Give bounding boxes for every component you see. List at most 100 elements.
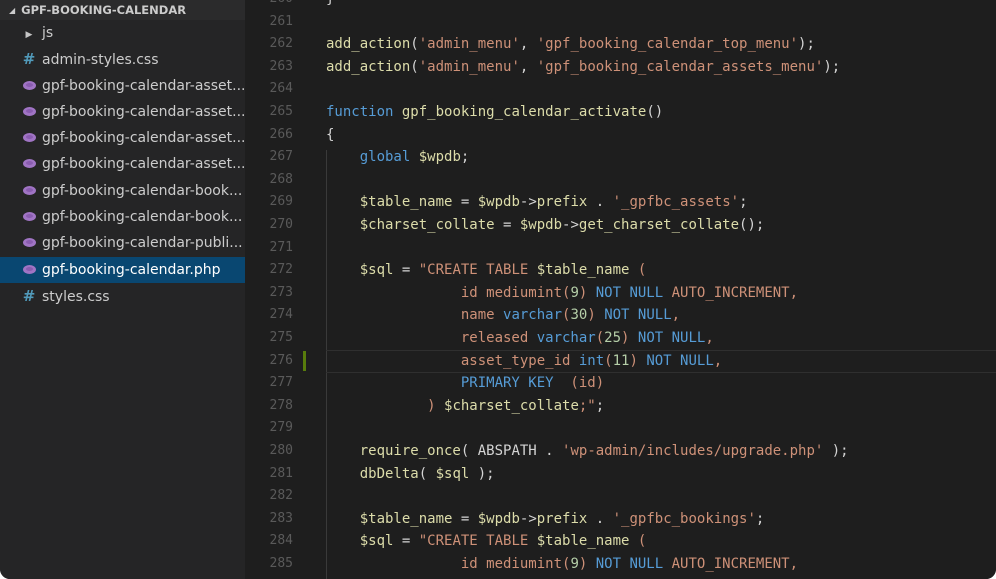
line-number: 279 [269,420,293,436]
file-tree-item[interactable]: gpf-booking-calendar-publi... [0,230,245,256]
file-tree-item[interactable]: gpf-booking-calendar-book... [0,204,245,230]
code-token: = [393,533,419,550]
php-file-icon [22,257,36,283]
code-line[interactable]: { [326,124,996,147]
file-tree-item[interactable]: gpf-booking-calendar.php [0,256,245,283]
code-line[interactable]: $charset_collate = $wpdb->get_charset_co… [326,214,996,237]
code-token: ) [621,330,638,346]
code-token: global [359,149,411,166]
code-token: = [494,217,520,233]
code-token: NOT NULL [595,284,664,301]
code-token: PRIMARY KEY [460,375,554,392]
code-line[interactable]: $sql = "CREATE TABLE $table_name ( [326,259,996,282]
line-number: 268 [269,171,293,187]
code-token: ); [823,58,841,75]
code-token: , [671,307,681,324]
file-tree-item[interactable]: gpf-booking-calendar-asset... [0,99,245,125]
code-line[interactable]: dbDelta( $sql ); [326,463,996,486]
file-tree-item[interactable]: # admin-styles.css [0,46,245,72]
code-token: . [587,194,613,211]
code-line[interactable] [326,11,996,34]
line-number-gutter: 260 261 262 263 264 265 266 267 268 269 270 271 272 2… [245,0,306,579]
file-explorer: ◢ GPF-BOOKING-CALENDAR ▶ js # admin-styles.c… [0,0,245,579]
code-token: $table_name [359,194,453,211]
code-token: NOT NULL [637,330,706,346]
code-token: 'admin_menu' [418,36,520,53]
code-token: $table_name [536,533,630,550]
code-token: = [393,262,419,279]
code-token: ( [418,465,436,482]
file-tree-item-label: gpf-booking-calendar-book... [42,209,243,226]
code-token: ; [755,510,765,527]
php-file-icon [22,73,36,99]
line-number: 278 [269,397,293,413]
code-token: = [452,194,478,211]
code-line[interactable]: name varchar(30) NOT NULL, [326,304,996,327]
code-token: asset_type_id [460,352,579,369]
code-token: NOT NULL [604,307,672,324]
file-tree-item[interactable]: gpf-booking-calendar-asset... [0,151,245,177]
chevron-down-icon: ◢ [9,6,16,15]
code-line[interactable]: $sql = "CREATE TABLE $table_name ( [326,530,996,553]
line-number: 277 [269,375,293,391]
code-token: ( ABSPATH . [460,443,563,459]
code-token: , [713,352,723,369]
file-tree-item[interactable]: gpf-booking-calendar-asset... [0,125,245,151]
code-line[interactable]: released varchar(25) NOT NULL, [326,327,996,350]
code-token: ( [629,262,647,279]
file-tree-item[interactable]: ▶ js [0,20,245,46]
line-number: 269 [269,194,293,210]
code-line[interactable] [326,78,996,101]
code-token: ( [410,58,419,75]
file-tree-item-label: gpf-booking-calendar-asset... [42,77,245,94]
php-file-icon [22,125,36,151]
code-line[interactable]: ) $charset_collate;"; [326,395,996,418]
line-number: 281 [269,465,293,481]
code-token: $wpdb [477,194,520,211]
code-line[interactable] [326,237,996,260]
project-folder-header[interactable]: ◢ GPF-BOOKING-CALENDAR [0,0,245,20]
code-token: $charset_collate [444,397,579,414]
code-line[interactable]: add_action('admin_menu', 'gpf_booking_ca… [326,33,996,56]
code-token: ( [604,352,613,369]
code-editor[interactable]: 260 261 262 263 264 265 266 267 268 269 270 271 272 2… [245,0,996,579]
file-tree-item-label: styles.css [42,288,110,305]
code-line[interactable]: $table_name = $wpdb->prefix . '_gpfbc_as… [326,191,996,214]
code-token: '_gpfbc_assets' [612,194,740,211]
code-line[interactable]: global $wpdb; [326,146,996,169]
code-token: 'gpf_booking_calendar_assets_menu' [536,58,824,75]
code-token: get_charset_collate [578,217,740,233]
code-line[interactable]: require_once( ABSPATH . 'wp-admin/includ… [326,440,996,463]
line-number: 267 [269,149,293,165]
file-tree-item-label: gpf-booking-calendar-asset... [42,156,245,173]
code-line[interactable]: add_action('admin_menu', 'gpf_booking_ca… [326,56,996,79]
file-tree-item-label: gpf-booking-calendar-asset... [42,103,245,120]
line-number: 274 [269,307,293,323]
code-line[interactable] [326,417,996,440]
code-line[interactable] [326,485,996,508]
modified-line-marker [303,350,306,371]
code-token: add_action [326,36,411,53]
code-line[interactable]: } [326,0,996,11]
file-tree-item[interactable]: # styles.css [0,283,245,309]
file-tree-item[interactable]: gpf-booking-calendar-asset... [0,73,245,99]
code-line[interactable]: PRIMARY KEY (id) [326,372,996,395]
code-line[interactable]: function gpf_booking_calendar_activate() [326,101,996,124]
code-line[interactable]: id mediumint(9) NOT NULL AUTO_INCREMENT, [326,282,996,305]
code-token: prefix [536,194,588,211]
code-line[interactable]: $table_name = $wpdb->prefix . '_gpfbc_bo… [326,508,996,531]
code-token: . [587,510,613,527]
code-line[interactable]: id mediumint(9) NOT NULL AUTO_INCREMENT, [326,553,996,576]
line-number: 276 [269,352,293,368]
code-token: ) [587,307,605,324]
line-number: 264 [269,81,293,97]
editor-window: ◢ GPF-BOOKING-CALENDAR ▶ js # admin-styles.c… [0,0,996,579]
code-line[interactable]: asset_type_id int(11) NOT NULL, [326,350,996,373]
code-line[interactable] [326,169,996,192]
file-tree-item[interactable]: gpf-booking-calendar-book... [0,178,245,204]
code-token: gpf_booking_calendar_activate [401,104,647,120]
